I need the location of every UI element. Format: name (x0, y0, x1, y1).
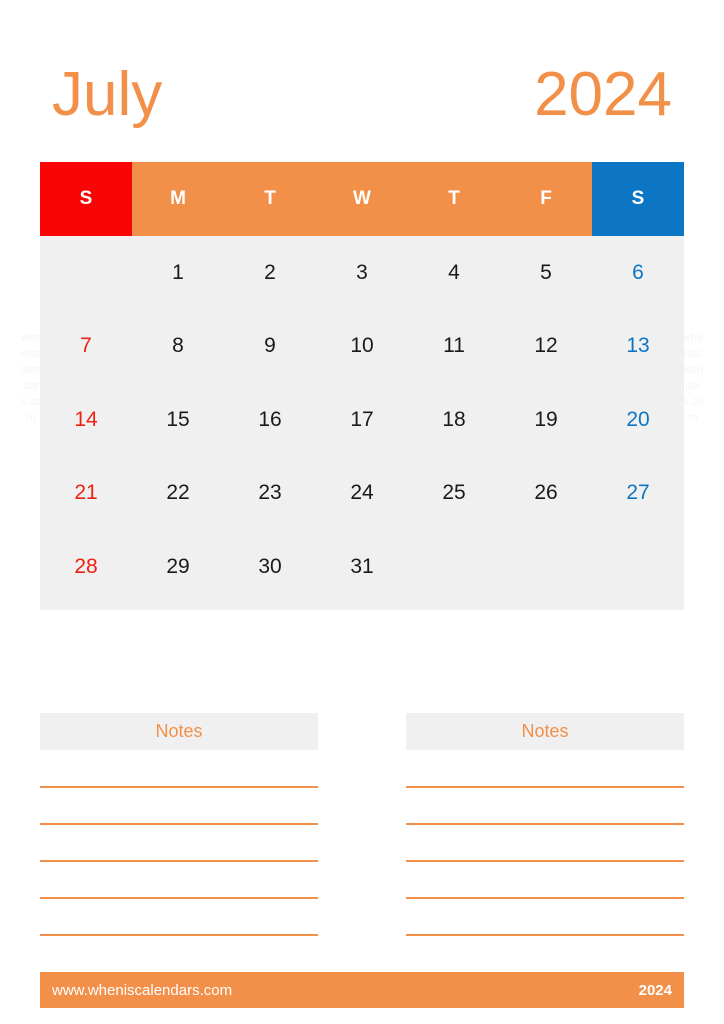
calendar-week-row: 14 15 16 17 18 19 20 (40, 383, 684, 457)
calendar-day-empty (408, 530, 500, 604)
watermark-left: wheniscalendars.com (20, 332, 42, 424)
weekday-header-5: F (500, 162, 592, 236)
calendar-day-empty (40, 236, 132, 310)
calendar-day-8[interactable]: 8 (132, 310, 224, 384)
calendar-day-9[interactable]: 9 (224, 310, 316, 384)
footer-year: 2024 (638, 981, 672, 999)
calendar-week-row: 7 8 9 10 11 12 13 (40, 310, 684, 384)
calendar-day-24[interactable]: 24 (316, 457, 408, 531)
calendar-week-row: 28 29 30 31 (40, 530, 684, 604)
calendar-day-10[interactable]: 10 (316, 310, 408, 384)
calendar-week-row: 123456 (40, 236, 684, 310)
calendar-day-19[interactable]: 19 (500, 383, 592, 457)
page-title: July 2024 (52, 52, 672, 138)
notes-line[interactable] (406, 934, 684, 936)
calendar-grid: SMTWTFS 1 2 3 4 5 6 7 8 9 10 11 12 13 14 15 16 17 18 19 20 2… (40, 162, 684, 610)
notes-line[interactable] (406, 786, 684, 788)
footer-bar: www.wheniscalendars.com 2024 (40, 972, 684, 1008)
notes-section-right: Notes (406, 713, 684, 936)
weekday-header-0: S (40, 162, 132, 236)
notes-line[interactable] (40, 786, 318, 788)
notes-line[interactable] (406, 860, 684, 862)
calendar-day-28[interactable]: 28 (40, 530, 132, 604)
calendar-day-6[interactable]: 6 (592, 236, 684, 310)
notes-line[interactable] (40, 934, 318, 936)
notes-line[interactable] (406, 823, 684, 825)
calendar-day-22[interactable]: 22 (132, 457, 224, 531)
calendar-day-17[interactable]: 17 (316, 383, 408, 457)
calendar-day-5[interactable]: 5 (500, 236, 592, 310)
notes-line[interactable] (40, 860, 318, 862)
footer-url[interactable]: www.wheniscalendars.com (52, 982, 232, 999)
notes-lines-right[interactable] (406, 786, 684, 936)
calendar-week-row: 21 22 23 24 25 26 27 (40, 457, 684, 531)
calendar-day-14[interactable]: 14 (40, 383, 132, 457)
calendar-day-23[interactable]: 23 (224, 457, 316, 531)
watermark-right: wheniscalendars.com (682, 332, 704, 424)
title-month: July (52, 60, 163, 129)
calendar-day-3[interactable]: 3 (316, 236, 408, 310)
weekday-header-3: W (316, 162, 408, 236)
notes-lines-left[interactable] (40, 786, 318, 936)
weekday-header-1: M (132, 162, 224, 236)
calendar-day-30[interactable]: 30 (224, 530, 316, 604)
weekday-header-2: T (224, 162, 316, 236)
calendar-day-7[interactable]: 7 (40, 310, 132, 384)
calendar-day-15[interactable]: 15 (132, 383, 224, 457)
notes-line[interactable] (40, 823, 318, 825)
calendar-day-12[interactable]: 12 (500, 310, 592, 384)
calendar-day-25[interactable]: 25 (408, 457, 500, 531)
calendar-day-empty (500, 530, 592, 604)
notes-line[interactable] (40, 897, 318, 899)
calendar-date-body: 1 2 3 4 5 6 7 8 9 10 11 12 13 14 15 16 17 18 19 20 21 22 23 24 2… (40, 236, 684, 610)
notes-section-left: Notes (40, 713, 318, 936)
calendar-day-11[interactable]: 11 (408, 310, 500, 384)
calendar-day-18[interactable]: 18 (408, 383, 500, 457)
calendar-day-31[interactable]: 31 (316, 530, 408, 604)
calendar-day-13[interactable]: 13 (592, 310, 684, 384)
calendar-day-29[interactable]: 29 (132, 530, 224, 604)
weekday-header-6: S (592, 162, 684, 236)
calendar-weekday-header-row: SMTWTFS (40, 162, 684, 236)
notes-line[interactable] (406, 897, 684, 899)
calendar-day-26[interactable]: 26 (500, 457, 592, 531)
notes-title-left: Notes (40, 713, 318, 750)
calendar-day-27[interactable]: 27 (592, 457, 684, 531)
calendar-day-21[interactable]: 21 (40, 457, 132, 531)
calendar-day-empty (592, 530, 684, 604)
calendar-day-20[interactable]: 20 (592, 383, 684, 457)
calendar-day-4[interactable]: 4 (408, 236, 500, 310)
calendar-day-1[interactable]: 1 (132, 236, 224, 310)
notes-title-right: Notes (406, 713, 684, 750)
calendar-day-2[interactable]: 2 (224, 236, 316, 310)
calendar-day-16[interactable]: 16 (224, 383, 316, 457)
weekday-header-4: T (408, 162, 500, 236)
title-year: 2024 (534, 60, 672, 129)
